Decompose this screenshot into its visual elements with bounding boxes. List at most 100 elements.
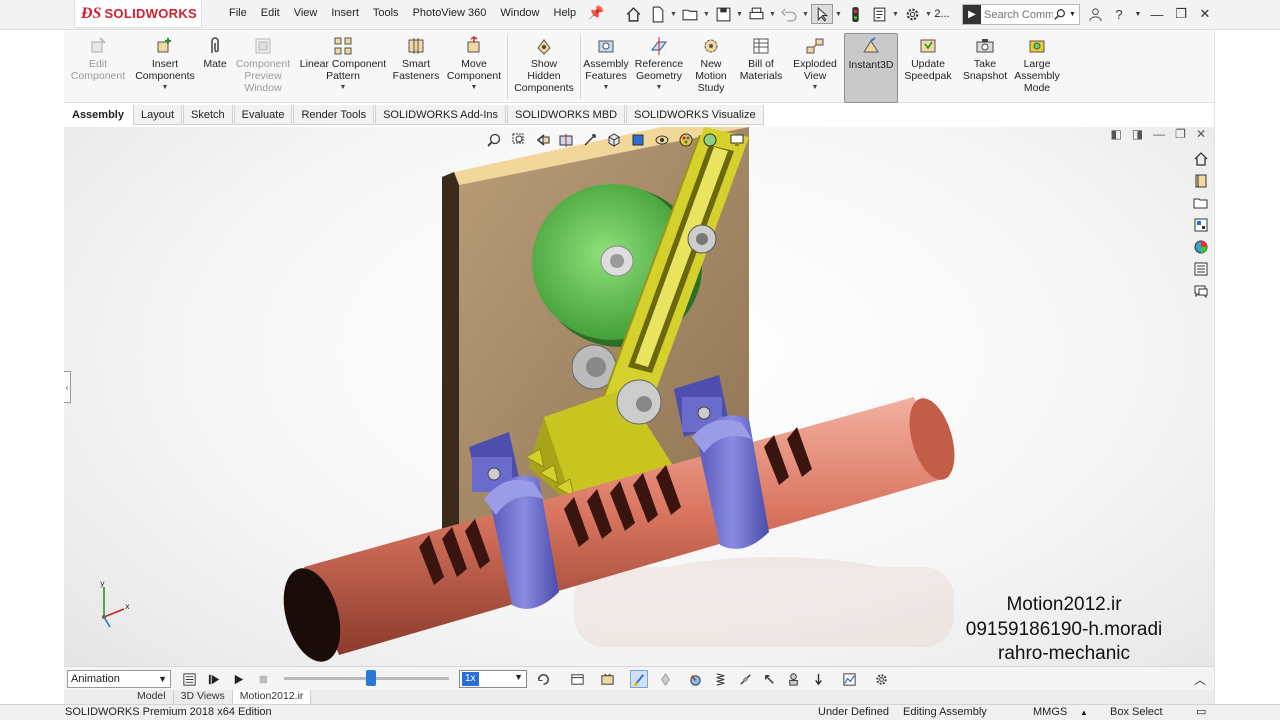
search-commands-box[interactable]: ▶ ▼ <box>962 4 1080 25</box>
study-type-select[interactable]: Animation ▼ <box>67 670 171 688</box>
menu-help[interactable]: Help <box>547 7 584 19</box>
print-dropdown-icon[interactable]: ▼ <box>769 4 776 24</box>
solidworks-resources-icon[interactable] <box>1190 150 1212 168</box>
tab-solidworks-mbd[interactable]: SOLIDWORKS MBD <box>507 105 626 125</box>
linear-component-pattern-button[interactable]: Linear Component Pattern ▼ <box>296 36 390 92</box>
reference-geometry-dropdown-icon[interactable]: ▼ <box>656 84 663 92</box>
component-preview-window-button[interactable]: Component Preview Window <box>232 36 294 94</box>
tab-evaluate[interactable]: Evaluate <box>233 105 293 125</box>
section-view-icon[interactable] <box>556 131 576 149</box>
assembly-features-dropdown-icon[interactable]: ▼ <box>603 84 610 92</box>
insert-components-button[interactable]: Insert Components ▼ <box>132 36 198 92</box>
tab-solidworks-add-ins[interactable]: SOLIDWORKS Add-Ins <box>375 105 507 125</box>
file-properties-icon[interactable] <box>868 4 890 24</box>
custom-properties-icon[interactable] <box>1190 260 1212 278</box>
pin-menu-icon[interactable]: 📌 <box>588 5 604 23</box>
timeline-slider-thumb[interactable] <box>366 670 376 686</box>
results-plots-icon[interactable] <box>840 670 858 688</box>
play-icon[interactable] <box>229 670 247 688</box>
gear-icon[interactable] <box>901 4 923 24</box>
menu-photoview[interactable]: PhotoView 360 <box>406 7 494 19</box>
stop-icon[interactable] <box>254 670 272 688</box>
tab-render-tools[interactable]: Render Tools <box>293 105 375 125</box>
select-dropdown-icon[interactable]: ▼ <box>835 4 842 24</box>
select-mode-selector[interactable]: Box Select <box>1110 705 1163 720</box>
instant3d-button[interactable]: Instant3D <box>844 33 898 103</box>
assembly-model[interactable] <box>244 127 1004 690</box>
tile-left-icon[interactable]: ◧ <box>1110 127 1121 141</box>
open-folder-icon[interactable] <box>679 4 701 24</box>
viewport-restore-icon[interactable]: ❐ <box>1175 127 1186 141</box>
exploded-view-button[interactable]: Exploded View ▼ <box>788 36 842 92</box>
motion-study-properties-icon[interactable] <box>872 670 890 688</box>
mate-button[interactable]: Mate <box>198 36 232 70</box>
tab-3d-views[interactable]: 3D Views <box>174 690 233 704</box>
appearances-scenes-icon[interactable] <box>1190 238 1212 256</box>
tab-assembly[interactable]: Assembly <box>64 105 132 125</box>
view-palette-icon[interactable] <box>1190 216 1212 234</box>
reference-geometry-button[interactable]: Reference Geometry ▼ <box>632 36 686 92</box>
smart-fasteners-button[interactable]: Smart Fasteners <box>390 36 442 82</box>
solidworks-logo[interactable]: ƉS SOLIDWORKS <box>74 0 202 28</box>
edit-component-button[interactable]: Edit Component <box>70 36 126 82</box>
spring-icon[interactable] <box>711 670 729 688</box>
playback-mode-loop-icon[interactable] <box>534 670 552 688</box>
menu-file[interactable]: File <box>222 7 254 19</box>
view-settings-icon[interactable] <box>724 131 750 149</box>
gravity-icon[interactable] <box>809 670 827 688</box>
scene-icon[interactable] <box>700 131 720 149</box>
new-motion-study-button[interactable]: New Motion Study <box>688 36 734 94</box>
bill-of-materials-button[interactable]: Bill of Materials <box>736 36 786 82</box>
calculate-icon[interactable] <box>180 670 198 688</box>
zoom-to-fit-icon[interactable] <box>484 131 504 149</box>
force-icon[interactable] <box>760 670 778 688</box>
feature-manager-toggle-handle[interactable]: ‹ <box>64 371 71 403</box>
new-document-icon[interactable] <box>646 4 668 24</box>
file-explorer-icon[interactable] <box>1190 194 1212 212</box>
undo-icon[interactable] <box>778 4 800 24</box>
unit-system-selector[interactable]: MMGS <box>1033 705 1067 720</box>
properties-dropdown-icon[interactable]: ▼ <box>892 4 899 24</box>
large-assembly-mode-button[interactable]: Large Assembly Mode <box>1012 36 1062 94</box>
tab-model[interactable]: Model <box>130 690 174 704</box>
view-orientation-icon[interactable] <box>604 131 624 149</box>
hide-show-items-icon[interactable] <box>652 131 672 149</box>
new-dropdown-icon[interactable]: ▼ <box>670 4 677 24</box>
graphics-area[interactable]: ◧ ◨ — ❐ ✕ ‹ y x Motion2012.ir 0915918619… <box>64 127 1214 690</box>
forum-icon[interactable] <box>1190 282 1212 300</box>
menu-tools[interactable]: Tools <box>366 7 406 19</box>
animation-wizard-icon[interactable] <box>598 670 616 688</box>
search-input[interactable] <box>981 8 1053 21</box>
previous-view-icon[interactable] <box>532 131 552 149</box>
user-icon[interactable] <box>1086 4 1104 24</box>
autokey-icon[interactable] <box>630 670 648 688</box>
insert-components-dropdown-icon[interactable]: ▼ <box>162 84 169 92</box>
tab-layout[interactable]: Layout <box>132 105 183 125</box>
damper-icon[interactable] <box>736 670 754 688</box>
restore-icon[interactable]: ❐ <box>1172 4 1190 24</box>
display-style-icon[interactable] <box>628 131 648 149</box>
assembly-features-button[interactable]: Assembly Features ▼ <box>582 36 630 92</box>
tile-right-icon[interactable]: ◨ <box>1132 127 1143 141</box>
move-component-button[interactable]: Move Component ▼ <box>444 36 504 92</box>
viewport-close-icon[interactable]: ✕ <box>1196 127 1206 141</box>
search-dropdown-icon[interactable]: ▼ <box>1069 11 1076 18</box>
unit-system-chevron-icon[interactable]: ▲ <box>1080 705 1088 720</box>
save-icon[interactable] <box>712 4 734 24</box>
take-snapshot-button[interactable]: Take Snapshot <box>958 36 1012 82</box>
motor-icon[interactable] <box>686 670 704 688</box>
select-cursor-icon[interactable] <box>811 4 833 24</box>
zoom-to-area-icon[interactable] <box>508 131 528 149</box>
undo-dropdown-icon[interactable]: ▼ <box>802 4 809 24</box>
traffic-light-icon[interactable] <box>844 4 866 24</box>
menu-view[interactable]: View <box>287 7 325 19</box>
options-dropdown-icon[interactable]: ▼ <box>925 4 932 24</box>
home-icon[interactable] <box>622 4 644 24</box>
minimize-icon[interactable]: — <box>1148 4 1166 24</box>
search-icon[interactable] <box>1053 8 1067 22</box>
exploded-view-dropdown-icon[interactable]: ▼ <box>812 84 819 92</box>
save-dropdown-icon[interactable]: ▼ <box>736 4 743 24</box>
tab-solidworks-visualize[interactable]: SOLIDWORKS Visualize <box>626 105 764 125</box>
move-component-dropdown-icon[interactable]: ▼ <box>471 84 478 92</box>
help-dropdown-icon[interactable]: ▼ <box>1134 4 1142 24</box>
